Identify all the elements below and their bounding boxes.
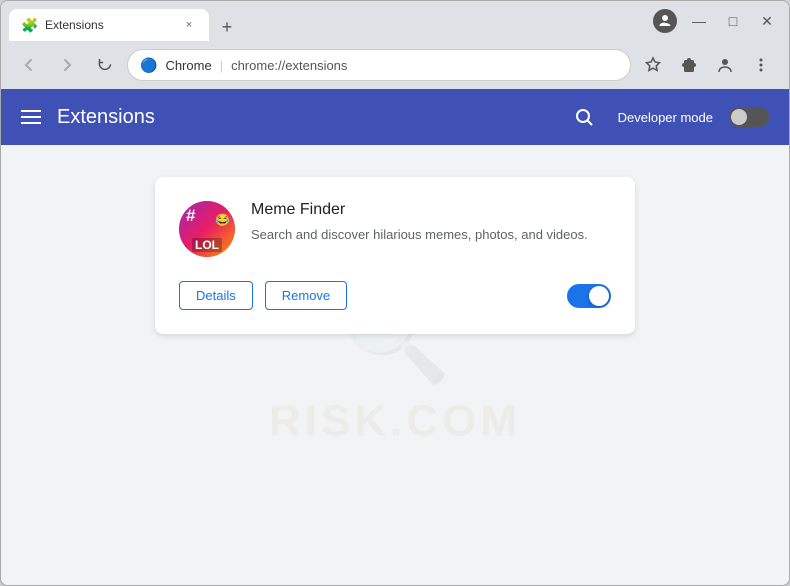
hamburger-line-2: [21, 116, 41, 118]
tab-title: Extensions: [45, 18, 173, 32]
hamburger-line-1: [21, 110, 41, 112]
tab-favicon-icon: 🧩: [21, 17, 37, 33]
minimize-button[interactable]: —: [685, 7, 713, 35]
menu-button[interactable]: [745, 49, 777, 81]
details-button[interactable]: Details: [179, 281, 253, 310]
new-tab-button[interactable]: +: [213, 13, 241, 41]
toggle-knob: [731, 109, 747, 125]
developer-mode-toggle[interactable]: [729, 107, 769, 127]
address-brand: Chrome: [165, 58, 211, 73]
extensions-header: Extensions Developer mode: [1, 89, 789, 145]
ext-icon-lol: LOL: [192, 238, 222, 252]
toolbar: 🔵 Chrome | chrome://extensions: [1, 41, 789, 89]
profile-dropdown-icon[interactable]: [653, 9, 677, 33]
address-security-icon: 🔵: [140, 57, 157, 74]
ext-icon-hash: #: [186, 206, 195, 226]
header-search-button[interactable]: [566, 99, 602, 135]
extension-card-footer: Details Remove: [179, 281, 611, 310]
remove-button[interactable]: Remove: [265, 281, 347, 310]
extension-info: Meme Finder Search and discover hilariou…: [251, 201, 611, 245]
window-controls: — □ ✕: [685, 7, 781, 35]
forward-button[interactable]: [51, 49, 83, 81]
extensions-page-title: Extensions: [57, 106, 550, 129]
extension-icon: # LOL 😂: [179, 201, 235, 257]
browser-window: 🧩 Extensions × + — □ ✕: [0, 0, 790, 586]
extension-enable-toggle[interactable]: [567, 284, 611, 308]
developer-mode-label: Developer mode: [618, 110, 713, 125]
extension-toggle-knob: [589, 286, 609, 306]
extension-description: Search and discover hilarious memes, pho…: [251, 225, 611, 245]
extension-name: Meme Finder: [251, 201, 611, 219]
bookmark-button[interactable]: [637, 49, 669, 81]
extensions-button[interactable]: [673, 49, 705, 81]
toolbar-actions: [637, 49, 777, 81]
close-button[interactable]: ✕: [753, 7, 781, 35]
main-content: 🔍 RISK.COM # LOL 😂 Meme Finder Search an…: [1, 145, 789, 585]
active-tab[interactable]: 🧩 Extensions ×: [9, 9, 209, 41]
watermark-text: RISK.COM: [269, 397, 521, 447]
extension-card-header: # LOL 😂 Meme Finder Search and discover …: [179, 201, 611, 257]
profile-button[interactable]: [709, 49, 741, 81]
address-bar[interactable]: 🔵 Chrome | chrome://extensions: [127, 49, 631, 81]
address-separator: |: [220, 58, 223, 73]
reload-button[interactable]: [89, 49, 121, 81]
maximize-button[interactable]: □: [719, 7, 747, 35]
address-url: chrome://extensions: [231, 58, 347, 73]
back-button[interactable]: [13, 49, 45, 81]
tab-close-button[interactable]: ×: [181, 17, 197, 33]
hamburger-line-3: [21, 122, 41, 124]
ext-icon-emoji: 😂: [215, 213, 230, 227]
extension-card: # LOL 😂 Meme Finder Search and discover …: [155, 177, 635, 334]
hamburger-menu-button[interactable]: [21, 110, 41, 124]
tab-area: 🧩 Extensions × +: [9, 1, 653, 41]
title-bar: 🧩 Extensions × + — □ ✕: [1, 1, 789, 41]
